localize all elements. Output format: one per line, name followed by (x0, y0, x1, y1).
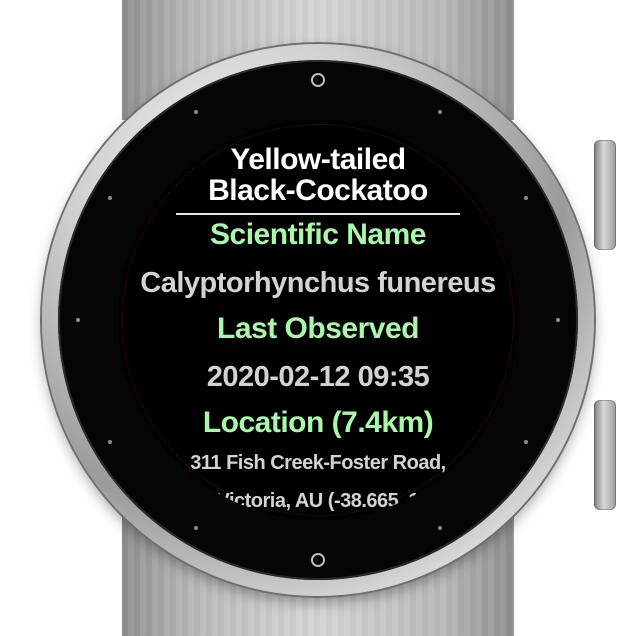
bezel-marker (194, 110, 198, 114)
watch-side-button-lower[interactable] (594, 400, 616, 510)
bezel-marker-12 (311, 73, 325, 87)
watch-bezel: Yellow-tailed Black-Cockatoo Scientific … (58, 60, 578, 580)
location-address-line1: 311 Fish Creek-Foster Road, (190, 452, 446, 474)
scientific-name-value: Calyptorhynchus funereus (140, 267, 496, 299)
title-divider (176, 213, 460, 215)
bezel-marker-6 (311, 553, 325, 567)
bezel-marker (438, 526, 442, 530)
species-name-line1: Yellow-tailed (230, 143, 406, 176)
scientific-name-label: Scientific Name (210, 218, 426, 251)
bezel-marker (438, 110, 442, 114)
location-address-line2: , Victoria, AU (-38.665, 14 (206, 490, 430, 512)
species-common-name: Yellow-tailed Black-Cockatoo (118, 144, 518, 206)
last-observed-label: Last Observed (217, 312, 419, 345)
location-label: Location (7.4km) (202, 406, 434, 439)
watch-mockup: Yellow-tailed Black-Cockatoo Scientific … (0, 0, 636, 636)
bezel-marker-9 (76, 318, 80, 322)
bezel-marker (108, 196, 112, 200)
last-observed-value: 2020-02-12 09:35 (206, 361, 430, 393)
bezel-marker (524, 196, 528, 200)
bezel-marker (194, 526, 198, 530)
bezel-marker (524, 440, 528, 444)
bezel-marker-3 (556, 318, 560, 322)
species-name-line2: Black-Cockatoo (208, 174, 428, 207)
watch-side-button-upper[interactable] (594, 140, 616, 250)
bezel-marker (108, 440, 112, 444)
watch-screen[interactable]: Yellow-tailed Black-Cockatoo Scientific … (118, 120, 518, 520)
watch-case: Yellow-tailed Black-Cockatoo Scientific … (42, 44, 594, 596)
